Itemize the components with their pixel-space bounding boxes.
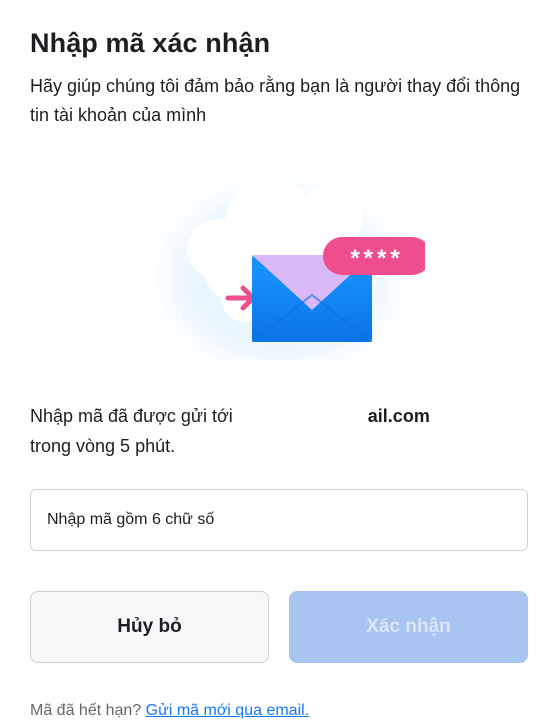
page-title: Nhập mã xác nhận <box>30 28 271 58</box>
expired-code-footer: Mã đã hết hạn? Gửi mã mới qua email. <box>30 702 309 720</box>
sent-message: Nhập mã đã được gửi tới ail.com trong vò… <box>30 401 528 461</box>
sent-message-suffix: trong vòng 5 phút. <box>30 436 176 456</box>
page-subtitle: Hãy giúp chúng tôi đảm bảo rằng bạn là n… <box>30 76 521 125</box>
email-code-illustration: **** <box>135 153 425 360</box>
verification-code-input[interactable] <box>30 489 528 551</box>
code-badge-text: **** <box>350 245 403 272</box>
cancel-button[interactable]: Hủy bỏ <box>30 591 269 663</box>
resend-code-link[interactable]: Gửi mã mới qua email. <box>146 702 309 719</box>
sent-message-prefix: Nhập mã đã được gửi tới <box>30 406 238 426</box>
email-address: ail.com <box>367 406 430 426</box>
verification-dialog: Nhập mã xác nhận Hãy giúp chúng tôi đảm … <box>30 0 528 722</box>
cancel-button-label: Hủy bỏ <box>117 616 182 637</box>
expired-text: Mã đã hết hạn? <box>30 702 142 719</box>
confirm-button[interactable]: Xác nhận <box>289 591 528 663</box>
confirm-button-label: Xác nhận <box>366 616 451 637</box>
